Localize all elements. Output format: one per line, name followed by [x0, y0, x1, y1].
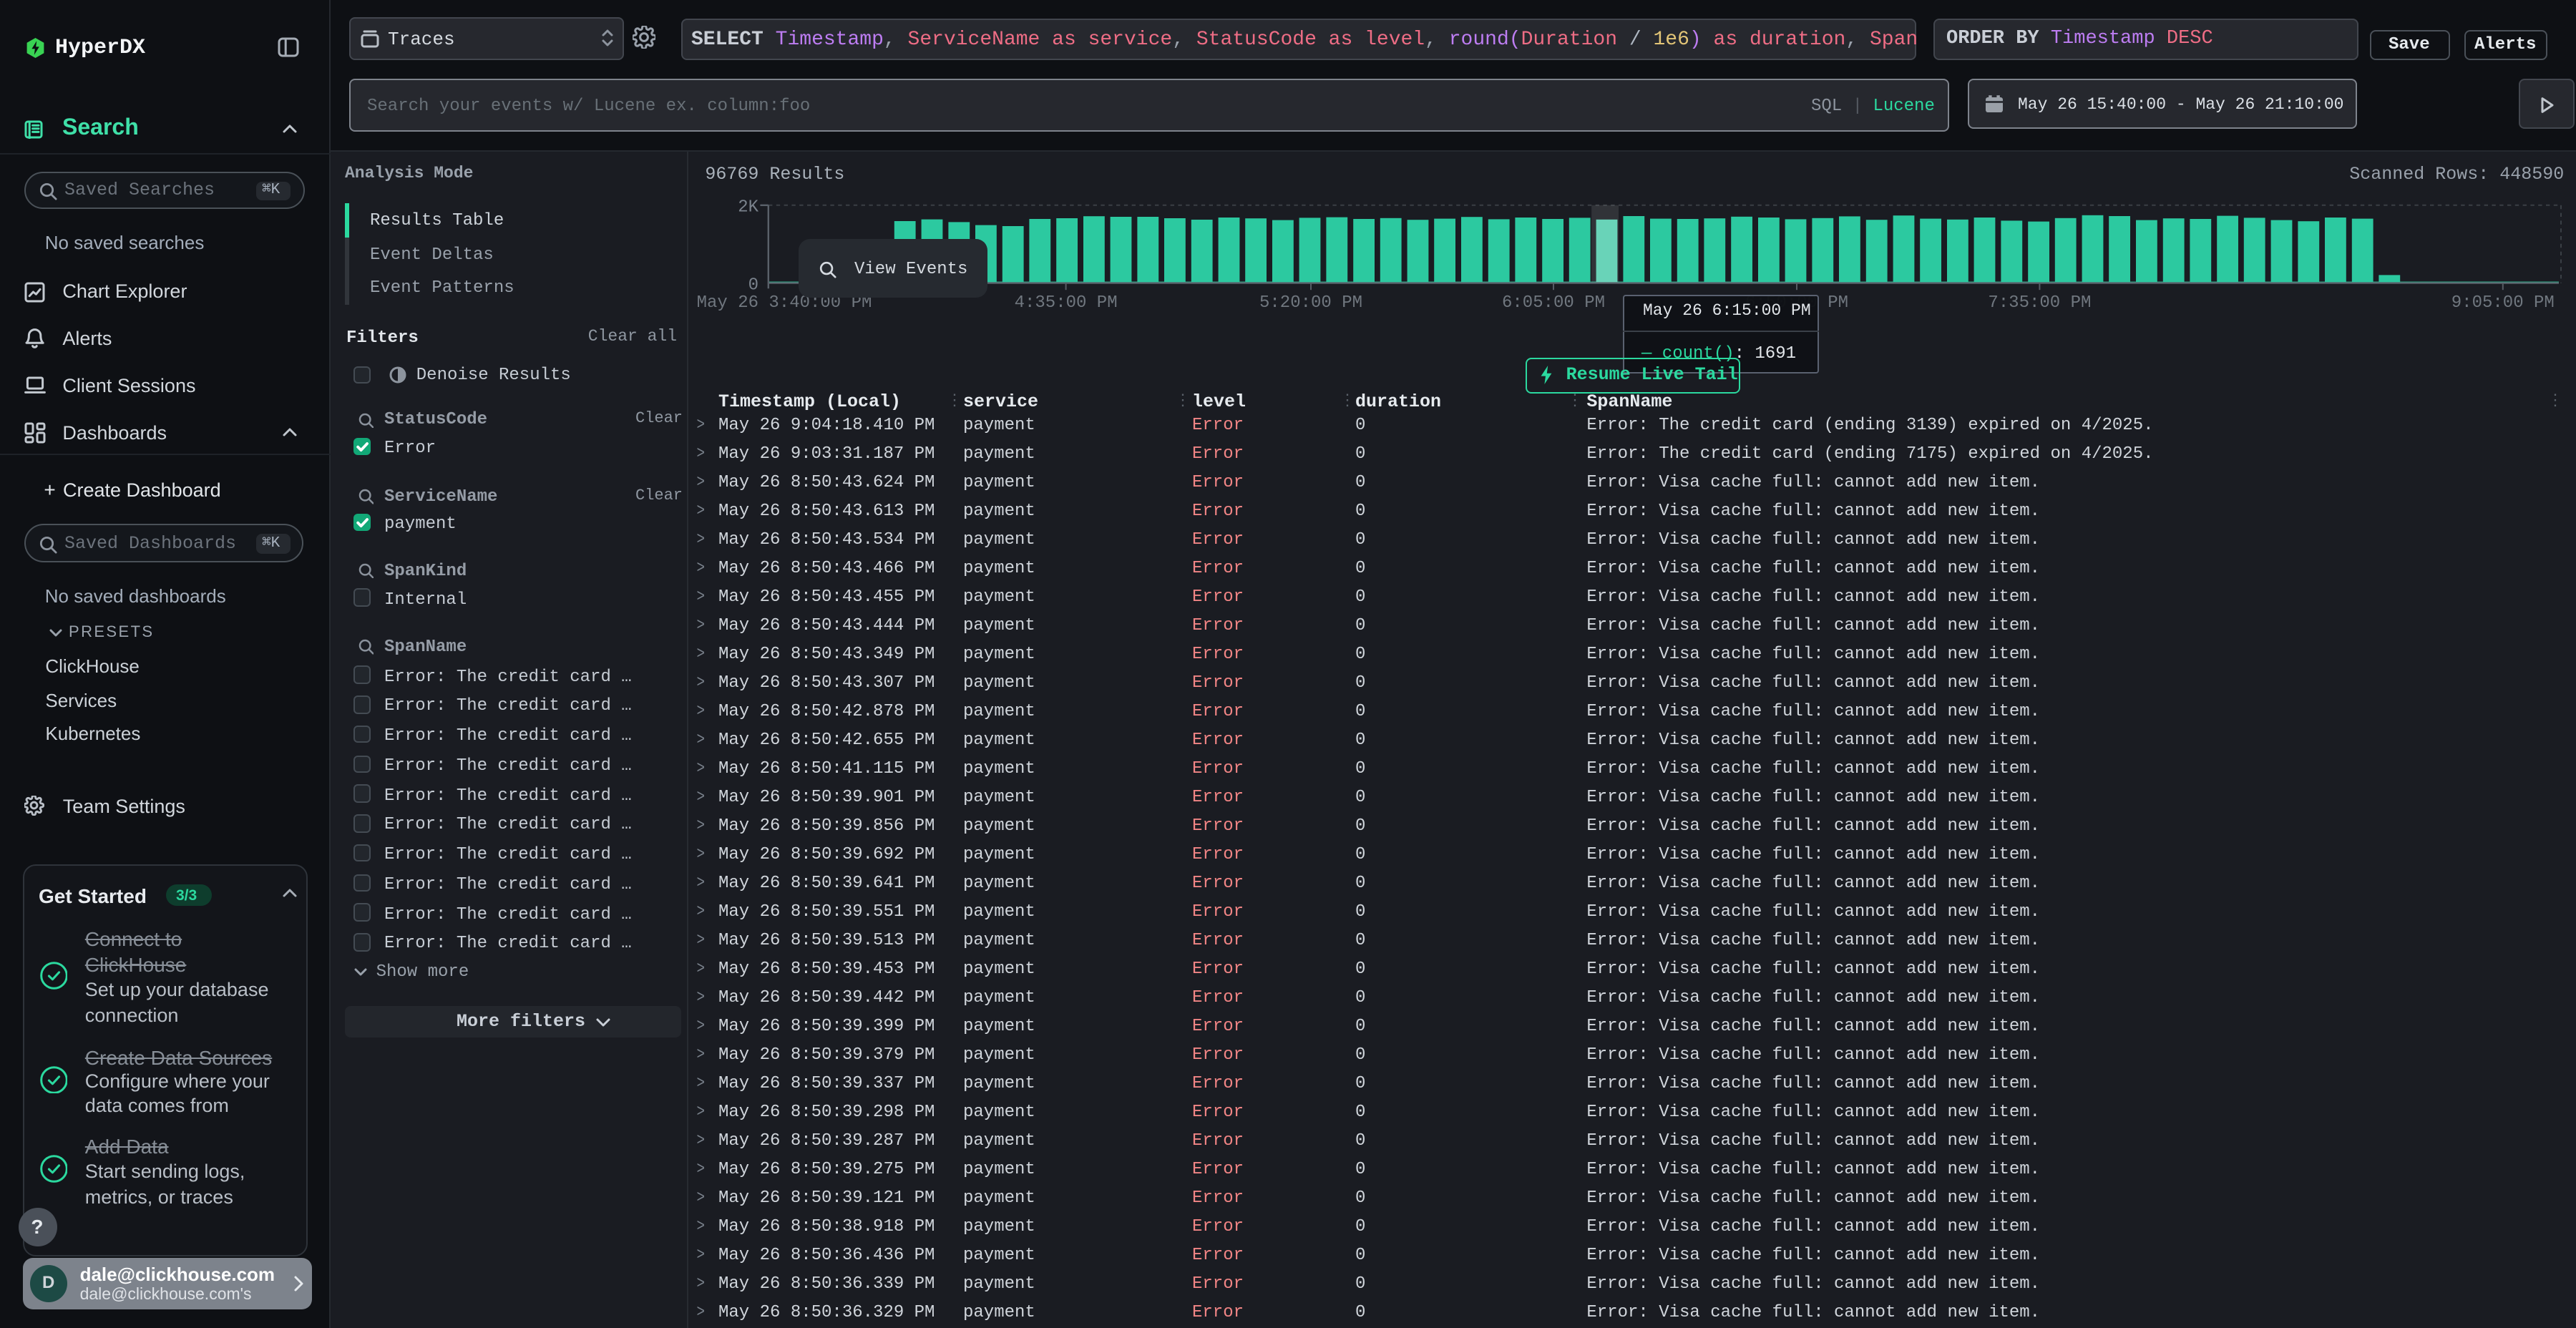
svg-text:4:35:00 PM: 4:35:00 PM: [1015, 293, 1118, 313]
svg-text:6:05:00 PM: 6:05:00 PM: [1502, 293, 1605, 313]
svg-text:2K: 2K: [738, 198, 758, 218]
svg-text:7:35:00 PM: 7:35:00 PM: [1988, 293, 2091, 313]
svg-text:5:20:00 PM: 5:20:00 PM: [1259, 293, 1362, 313]
svg-text:9:05:00 PM: 9:05:00 PM: [2451, 293, 2555, 313]
svg-text:0: 0: [748, 275, 758, 295]
